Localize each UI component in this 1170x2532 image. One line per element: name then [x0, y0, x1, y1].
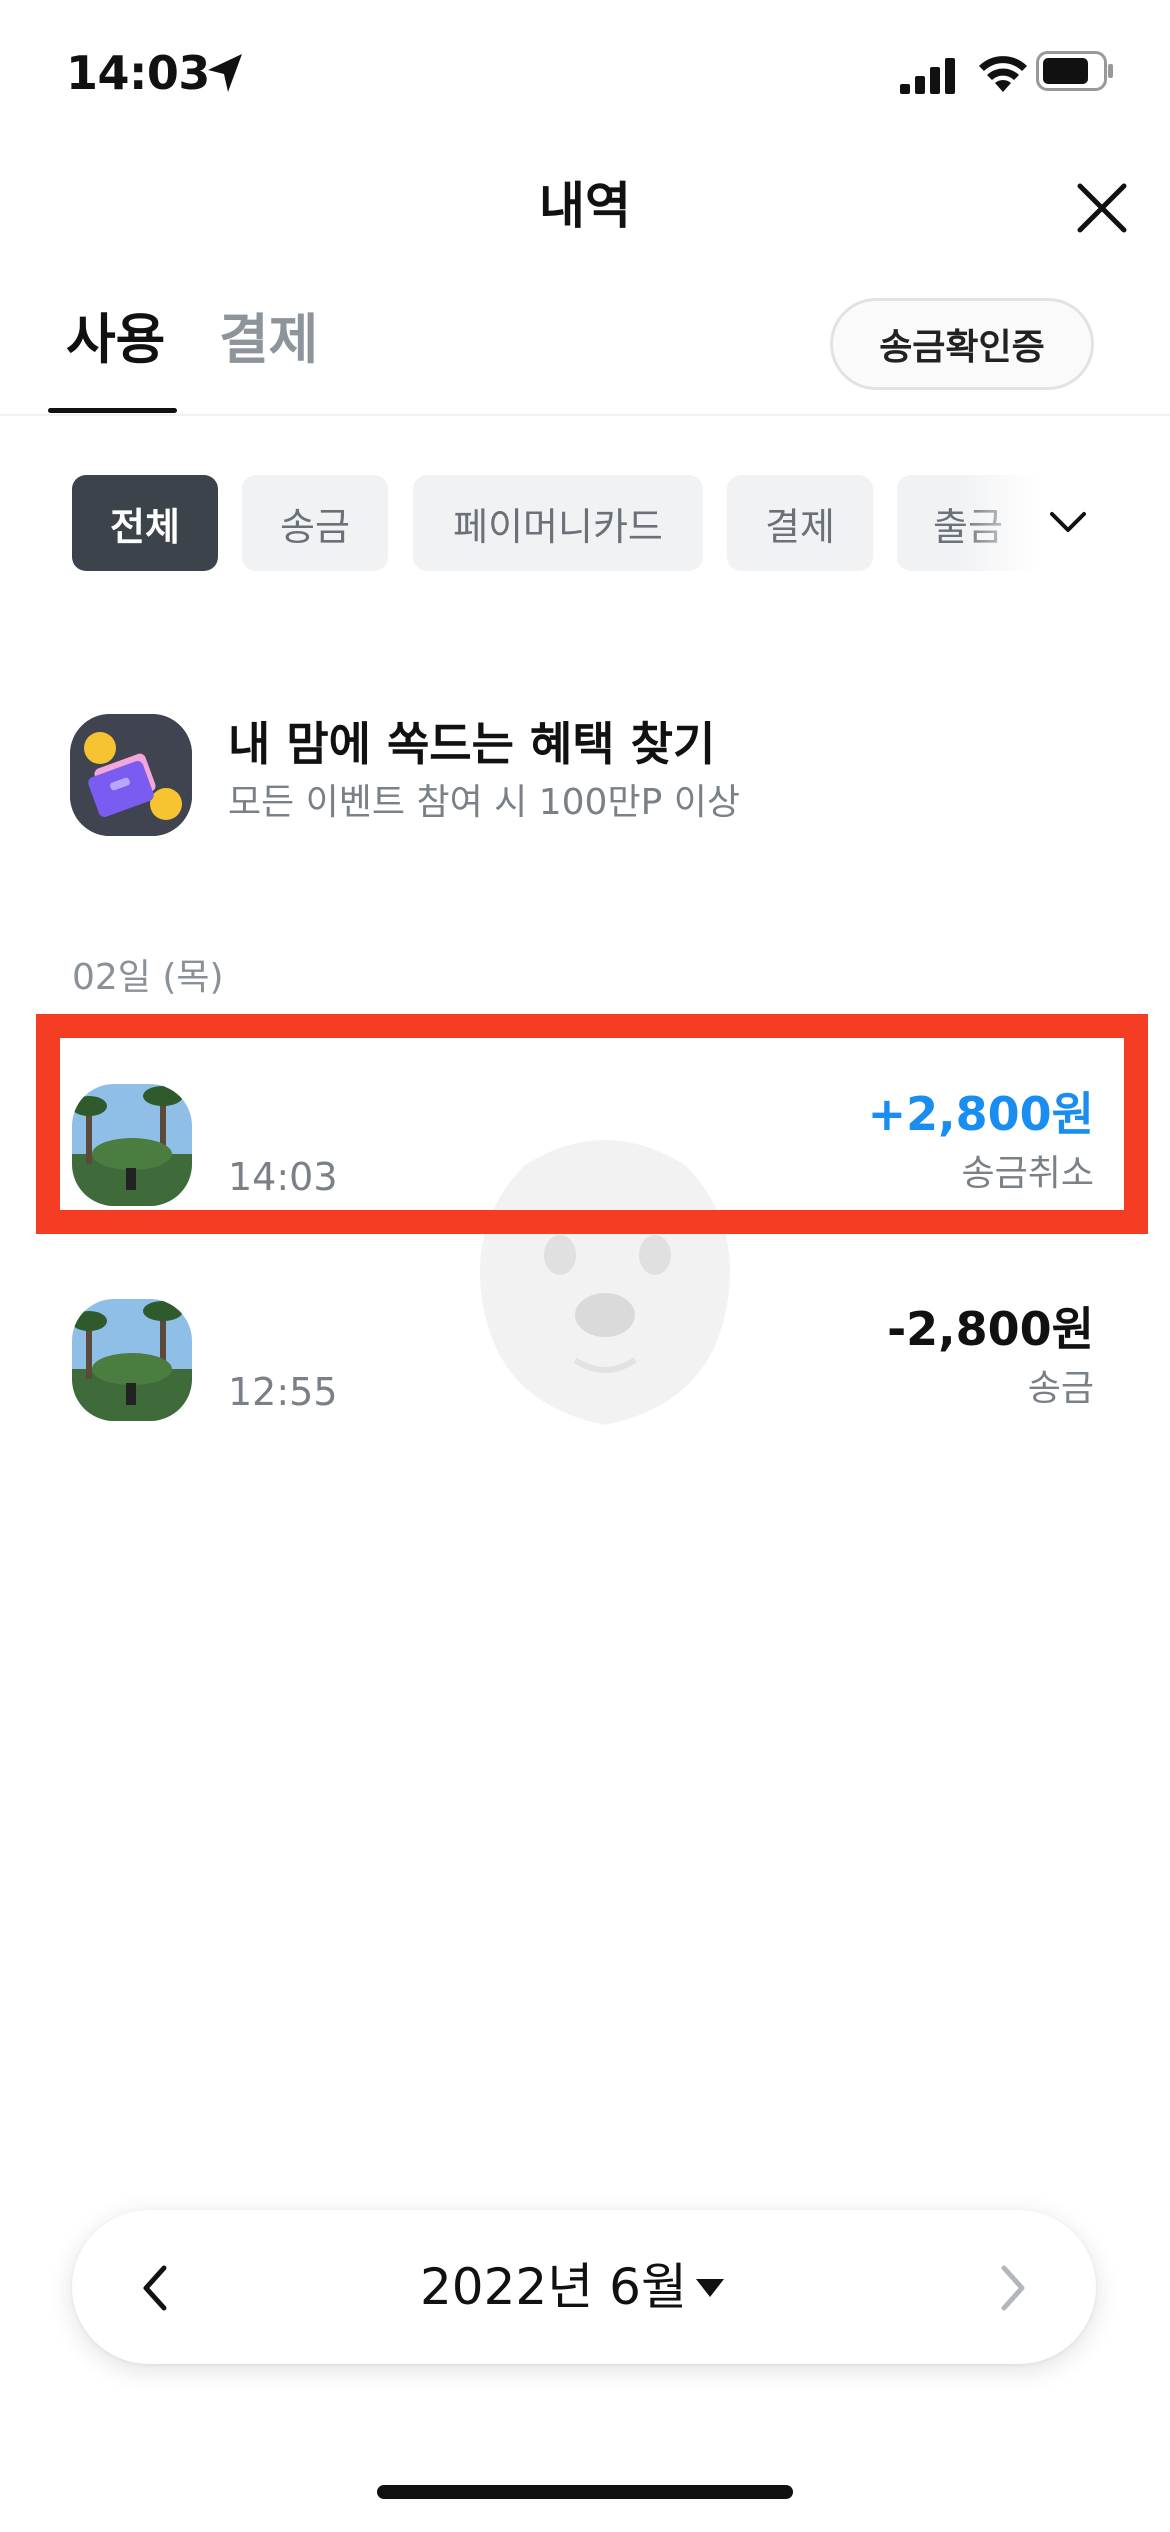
close-icon[interactable]: [1072, 178, 1132, 238]
status-time: 14:03: [66, 46, 210, 100]
filter-chip-payment[interactable]: 결제: [727, 475, 873, 571]
tab-usage[interactable]: 사용: [66, 300, 165, 380]
avatar: [72, 1299, 192, 1421]
wifi-icon: [979, 56, 1027, 92]
avatar: [72, 1084, 192, 1206]
chevron-down-icon[interactable]: [1048, 502, 1088, 542]
transaction-time: 12:55: [228, 1370, 338, 1414]
transaction-amount: -2,800원: [887, 1302, 1094, 1356]
promo-gift-icon[interactable]: [70, 714, 192, 836]
promo-title[interactable]: 내 맘에 쏙드는 혜택 찾기: [228, 712, 715, 776]
transfer-certificate-button[interactable]: 송금확인증: [830, 298, 1094, 390]
transaction-type: 송금취소: [961, 1153, 1094, 1194]
home-indicator: [377, 2485, 793, 2499]
tab-payment[interactable]: 결제: [219, 300, 318, 380]
tab-active-indicator: [48, 408, 177, 413]
tab-divider: [0, 414, 1170, 416]
filter-chip-paymoney-card[interactable]: 페이머니카드: [413, 475, 703, 571]
chip-fade-overlay: [960, 460, 1040, 590]
transaction-type: 송금: [1027, 1368, 1094, 1409]
cellular-signal-icon: [900, 58, 955, 94]
transaction-time: 14:03: [228, 1155, 338, 1199]
palm-trees-photo-icon: [72, 1299, 192, 1421]
promo-subtitle: 모든 이벤트 참여 시 100만P 이상: [228, 782, 740, 823]
location-arrow-icon: [208, 54, 242, 92]
chevron-left-icon[interactable]: [130, 2258, 182, 2318]
palm-trees-photo-icon: [72, 1084, 192, 1206]
caret-down-icon[interactable]: [694, 2275, 726, 2301]
dog-watermark-icon: [480, 1140, 730, 1425]
chevron-right-icon[interactable]: [986, 2258, 1038, 2318]
page-title: 내역: [539, 177, 631, 235]
transaction-amount: +2,800원: [867, 1087, 1094, 1141]
filter-chip-all[interactable]: 전체: [72, 475, 218, 571]
filter-chip-transfer[interactable]: 송금: [242, 475, 388, 571]
month-label[interactable]: 2022년 6월: [420, 2252, 687, 2322]
battery-icon: [1036, 51, 1113, 91]
date-header: 02일 (목): [72, 957, 224, 998]
wallet-coins-icon: [70, 714, 192, 836]
